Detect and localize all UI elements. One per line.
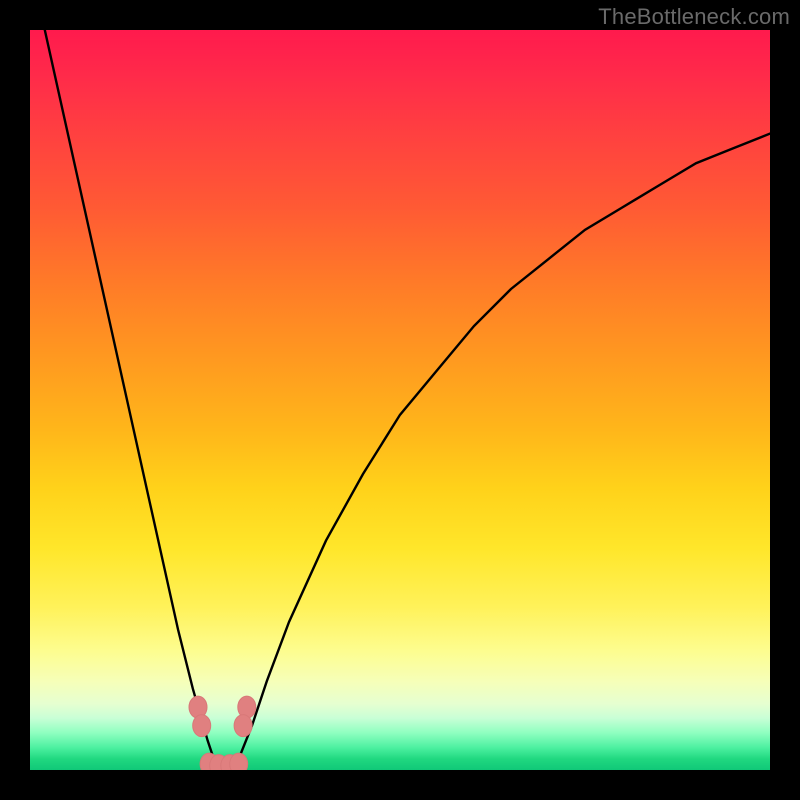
chart-frame: TheBottleneck.com	[0, 0, 800, 800]
marker-valley-4	[230, 753, 248, 770]
marker-left-cluster-lower	[193, 715, 211, 737]
bottleneck-curve	[45, 30, 770, 770]
curve-layer	[30, 30, 770, 770]
watermark-text: TheBottleneck.com	[598, 4, 790, 30]
data-markers	[189, 696, 256, 770]
plot-area	[30, 30, 770, 770]
marker-right-cluster-lower	[234, 715, 252, 737]
